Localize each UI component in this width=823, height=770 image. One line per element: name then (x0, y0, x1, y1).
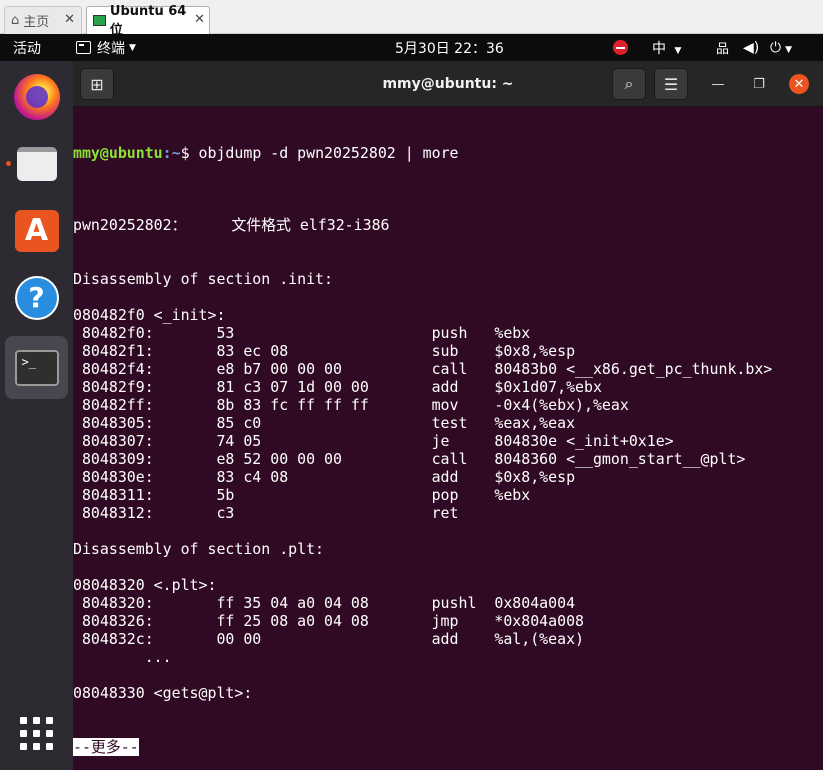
terminal-icon (76, 41, 91, 54)
more-prompt-line: --更多-- (73, 738, 823, 756)
chevron-down-icon: ▼ (129, 42, 136, 53)
output-line: 8048307: 74 05 je 804830e <_init+0x1e> (73, 432, 674, 450)
terminal-icon: >_ (14, 349, 59, 386)
search-button[interactable]: ⌕ (612, 68, 646, 100)
vm-tab-home[interactable]: ⌂ 主页 ✕ (4, 6, 82, 34)
dock-item-software[interactable]: A (5, 199, 68, 262)
show-applications-icon[interactable] (20, 717, 53, 750)
input-method-label: 中 (652, 40, 666, 57)
app-menu-label: 终端 (97, 40, 125, 57)
prompt-user: mmy@ubuntu (73, 144, 163, 162)
input-method[interactable]: 中 ▼ (652, 38, 681, 58)
output-line: 8048311: 5b pop %ebx (73, 486, 531, 504)
more-prompt: --更多-- (73, 738, 139, 756)
prompt-symbol: $ (180, 144, 199, 162)
dock-item-terminal[interactable]: >_ (5, 336, 68, 399)
minimize-button[interactable]: — (708, 74, 728, 94)
dock-item-files[interactable] (5, 132, 68, 195)
close-button[interactable]: ✕ (789, 74, 809, 94)
output-line: 8048312: c3 ret (73, 504, 459, 522)
output-line: Disassembly of section .init: (73, 270, 333, 288)
output-line: 80482f0: 53 push %ebx (73, 324, 531, 342)
system-tray[interactable]: 中 ▼ 品 ◀) ⏻ ▼ (612, 34, 812, 61)
chevron-down-icon: ▼ (785, 44, 792, 55)
new-tab-icon: ⊞ (90, 74, 104, 94)
output-line: 804832c: 00 00 add %al,(%eax) (73, 630, 585, 648)
vm-tab-ubuntu-label: Ubuntu 64 位 (109, 3, 187, 38)
volume-icon[interactable]: ◀) (743, 40, 759, 56)
home-icon: ⌂ (11, 13, 20, 28)
dock-item-firefox[interactable] (5, 65, 68, 128)
vm-tab-strip: ⌂ 主页 ✕ Ubuntu 64 位 ✕ (0, 0, 823, 38)
power-icon[interactable]: ⏻ ▼ (770, 40, 792, 56)
output-line: 80482f1: 83 ec 08 sub $0x8,%esp (73, 342, 576, 360)
output-lines: pwn20252802： 文件格式 elf32-i386 Disassembly … (73, 198, 823, 702)
terminal-window: ⊞ mmy@ubuntu: ~ ⌕ ☰ — ❐ ✕ mmy@ubuntu:~$ … (73, 61, 823, 770)
stop-icon[interactable] (613, 40, 628, 55)
help-icon: ? (14, 275, 59, 320)
prompt-path: :~ (162, 144, 181, 162)
dock: A ? >_ (0, 61, 73, 770)
terminal-header-bar: ⊞ mmy@ubuntu: ~ ⌕ ☰ — ❐ ✕ (73, 61, 823, 107)
network-icon[interactable]: 品 (716, 38, 729, 57)
files-icon (16, 146, 57, 181)
gnome-top-bar: 活动 终端 ▼ 5月30日 22：36 中 ▼ 品 ◀) ⏻ ▼ (0, 34, 823, 61)
minimize-icon: — (711, 76, 725, 92)
firefox-icon (13, 73, 60, 120)
output-line: pwn20252802： 文件格式 elf32-i386 (73, 216, 390, 234)
output-line: 8048326: ff 25 08 a0 04 08 jmp *0x804a00… (73, 612, 585, 630)
output-line: 80482f4: e8 b7 00 00 00 call 80483b0 <__… (73, 360, 773, 378)
output-line: 080482f0 <_init>: (73, 306, 226, 324)
output-line: 8048305: 85 c0 test %eax,%eax (73, 414, 576, 432)
prompt-line: mmy@ubuntu:~$ objdump -d pwn20252802 | m… (73, 144, 823, 162)
close-icon[interactable]: ✕ (194, 12, 205, 27)
clock[interactable]: 5月30日 22：36 (395, 34, 504, 61)
close-icon[interactable]: ✕ (64, 12, 75, 27)
hamburger-icon: ☰ (663, 74, 679, 94)
vm-tab-home-label: 主页 (23, 15, 50, 30)
software-store-icon: A (14, 209, 59, 252)
menu-button[interactable]: ☰ (654, 68, 688, 100)
search-icon: ⌕ (624, 74, 634, 93)
restore-icon: ❐ (753, 76, 765, 92)
dock-item-help[interactable]: ? (5, 266, 68, 329)
output-line: 80482ff: 8b 83 fc ff ff ff mov -0x4(%ebx… (73, 396, 629, 414)
output-line: 804830e: 83 c4 08 add $0x8,%esp (73, 468, 576, 486)
app-menu[interactable]: 终端 ▼ (76, 34, 136, 61)
command-text: objdump -d pwn20252802 | more (198, 144, 459, 162)
activities-button[interactable]: 活动 (13, 34, 41, 61)
terminal-output[interactable]: mmy@ubuntu:~$ objdump -d pwn20252802 | m… (73, 108, 823, 770)
vm-tab-ubuntu[interactable]: Ubuntu 64 位 ✕ (86, 4, 210, 38)
output-line: ... (73, 648, 172, 666)
output-line: Disassembly of section .plt: (73, 540, 325, 558)
output-line: 8048309: e8 52 00 00 00 call 8048360 <__… (73, 450, 746, 468)
vm-icon (93, 15, 106, 26)
output-line: 08048330 <gets@plt>: (73, 684, 253, 702)
chevron-down-icon: ▼ (674, 45, 682, 56)
output-line: 80482f9: 81 c3 07 1d 00 00 add $0x1d07,%… (73, 378, 602, 396)
new-tab-button[interactable]: ⊞ (80, 68, 114, 100)
maximize-button[interactable]: ❐ (749, 74, 769, 94)
output-line: 8048320: ff 35 04 a0 04 08 pushl 0x804a0… (73, 594, 576, 612)
close-icon: ✕ (793, 76, 805, 92)
output-line: 08048320 <.plt>: (73, 576, 217, 594)
